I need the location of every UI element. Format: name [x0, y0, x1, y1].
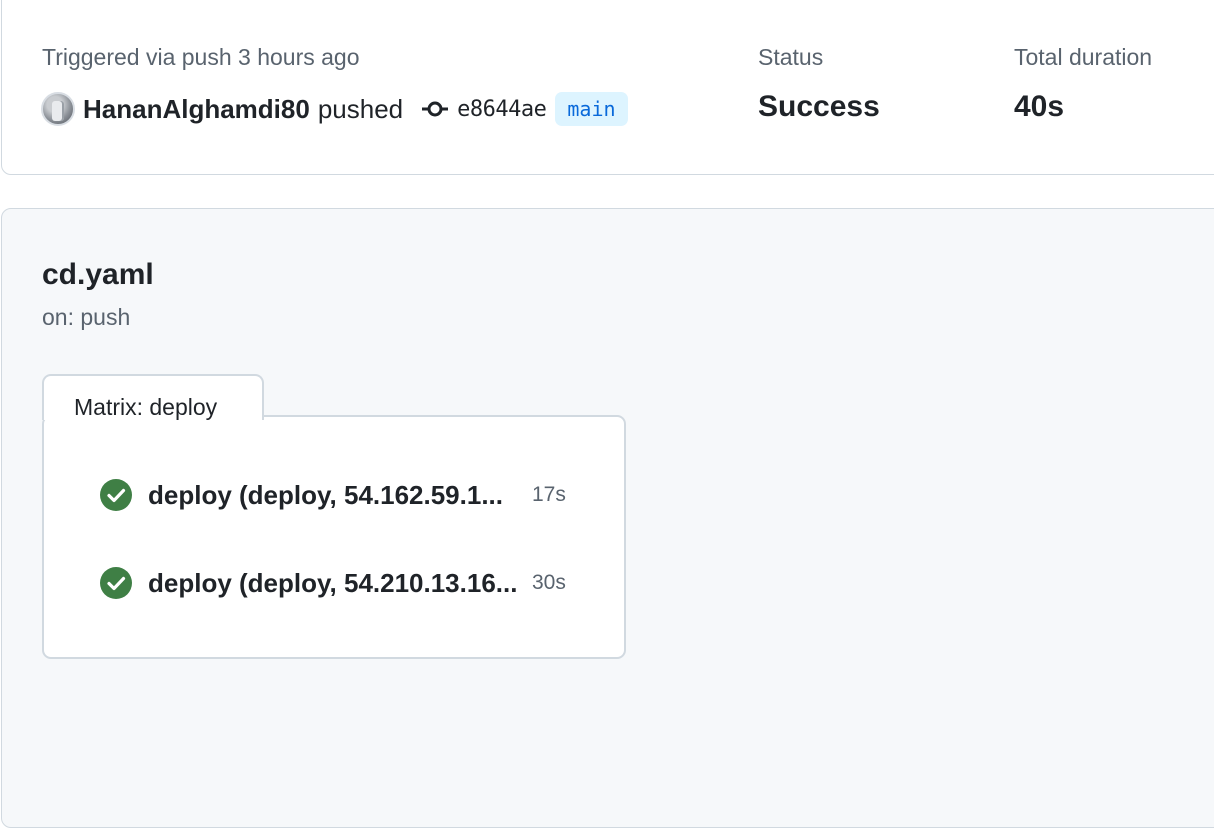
- push-info: HananAlghamdi80 pushed e8644ae main: [41, 90, 628, 128]
- check-circle-icon: [100, 479, 132, 511]
- user-avatar[interactable]: [41, 92, 75, 126]
- trigger-text: Triggered via push 3 hours ago: [42, 44, 360, 70]
- job-duration: 30s: [532, 571, 566, 594]
- job-name[interactable]: deploy (deploy, 54.162.59.1...: [148, 480, 522, 511]
- job-name[interactable]: deploy (deploy, 54.210.13.16...: [148, 568, 522, 599]
- push-action-text: pushed: [317, 93, 404, 124]
- branch-label[interactable]: main: [555, 92, 628, 126]
- duration-value: 40s: [1014, 90, 1065, 123]
- git-commit-icon: [422, 101, 449, 117]
- job-item[interactable]: deploy (deploy, 54.162.59.1... 17s: [100, 478, 570, 512]
- actor-link[interactable]: HananAlghamdi80: [83, 94, 310, 125]
- job-duration: 17s: [532, 483, 566, 506]
- duration-label: Total duration: [1014, 44, 1153, 70]
- commit-sha-link[interactable]: e8644ae: [457, 97, 547, 122]
- workflow-trigger: on: push: [42, 304, 131, 330]
- status-label: Status: [758, 44, 824, 70]
- job-item[interactable]: deploy (deploy, 54.210.13.16... 30s: [100, 566, 570, 600]
- matrix-title: Matrix: deploy: [74, 394, 218, 420]
- status-value: Success: [758, 90, 880, 123]
- check-circle-icon: [100, 567, 132, 599]
- run-summary-card: [1, 0, 1214, 175]
- workflow-file-name[interactable]: cd.yaml: [42, 258, 154, 292]
- matrix-job-group: [42, 415, 626, 659]
